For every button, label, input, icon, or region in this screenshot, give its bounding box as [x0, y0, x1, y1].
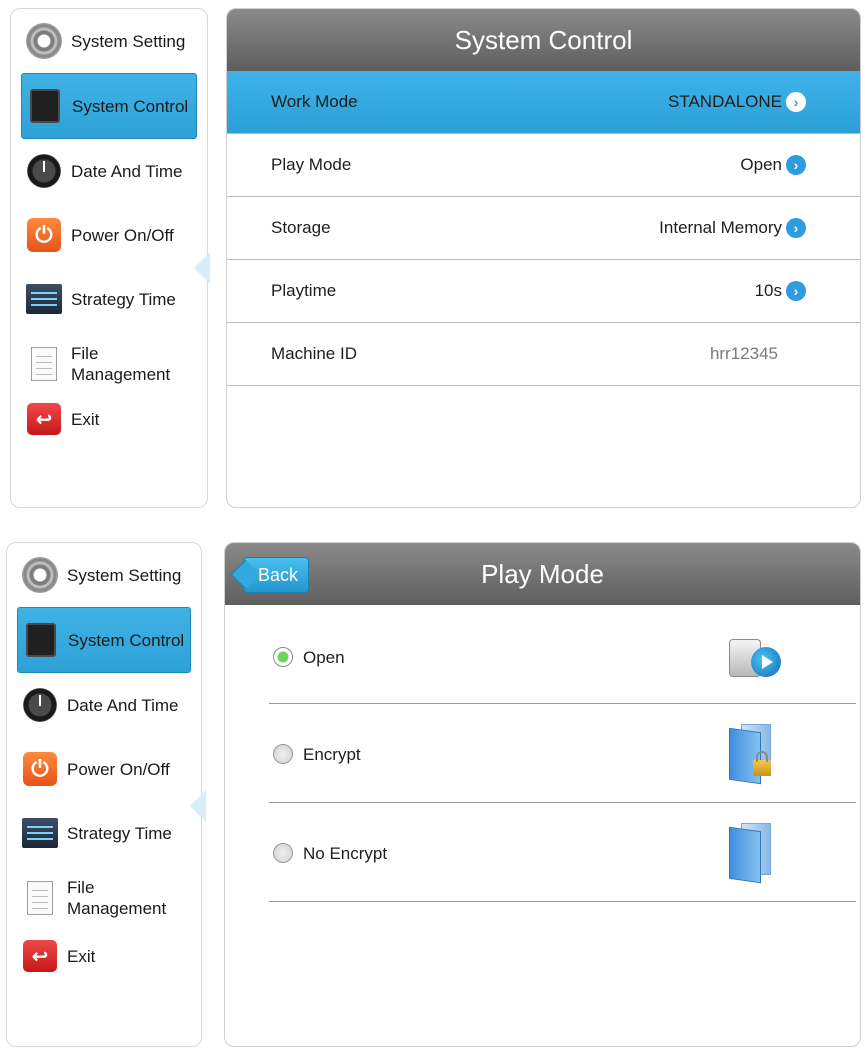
setting-label: Playtime — [271, 281, 337, 300]
main-panel: System Control Work Mode STANDALONE › Pl… — [226, 8, 861, 508]
exit-icon: ↩ — [25, 400, 63, 438]
sidebar-item-date-and-time[interactable]: Date And Time — [11, 139, 207, 203]
setting-value: 10s — [754, 281, 782, 300]
selection-pointer — [194, 252, 210, 284]
file-icon — [25, 345, 63, 383]
sidebar-item-system-control[interactable]: System Control — [17, 607, 191, 673]
sliders-icon — [25, 280, 63, 318]
clock-icon — [25, 152, 63, 190]
selection-pointer — [190, 790, 206, 822]
locked-folder-icon — [729, 724, 771, 785]
chevron-right-icon: › — [786, 155, 806, 175]
clock-icon — [21, 686, 59, 724]
panel-header: Back Play Mode — [225, 543, 860, 605]
panel-header: System Control — [227, 9, 860, 71]
setting-value: Open — [740, 155, 782, 174]
sidebar-item-label: Strategy Time — [67, 823, 172, 843]
tablet-icon — [22, 621, 60, 659]
system-control-screen: System Setting System Control Date And T… — [0, 0, 865, 512]
page-title: System Control — [454, 24, 633, 55]
sidebar: System Setting System Control Date And T… — [6, 542, 202, 1047]
setting-row-machine-id: Machine ID hrr12345 — [227, 323, 860, 386]
option-label: Encrypt — [303, 745, 361, 764]
sidebar-item-file-management[interactable]: File Management — [11, 331, 207, 397]
setting-value: STANDALONE — [668, 92, 782, 111]
sidebar-item-system-setting[interactable]: System Setting — [11, 9, 207, 73]
option-label: No Encrypt — [303, 844, 388, 863]
sidebar-item-label: System Control — [68, 630, 185, 650]
play-mode-option-encrypt[interactable]: Encrypt — [269, 704, 856, 803]
radio-button[interactable] — [273, 843, 293, 863]
radio-button[interactable] — [273, 744, 293, 764]
sidebar-item-exit[interactable]: ↩ Exit — [7, 931, 201, 981]
setting-value: Internal Memory — [659, 218, 782, 237]
back-button[interactable]: Back — [243, 557, 310, 593]
setting-row-play-mode[interactable]: Play Mode Open › — [227, 134, 860, 197]
gear-icon — [21, 556, 59, 594]
usb-play-icon — [729, 635, 783, 683]
chevron-right-icon: › — [786, 92, 806, 112]
exit-icon: ↩ — [21, 937, 59, 975]
sidebar-item-label: Power On/Off — [71, 225, 174, 245]
sidebar-item-label: Date And Time — [71, 161, 183, 181]
sidebar-item-system-setting[interactable]: System Setting — [7, 543, 201, 607]
setting-value: hrr12345 — [709, 344, 778, 363]
sidebar-item-label: Exit — [67, 946, 96, 966]
sidebar-item-power-on-off[interactable]: ⏻ Power On/Off — [11, 203, 207, 267]
play-mode-option-no-encrypt[interactable]: No Encrypt — [269, 803, 856, 902]
sliders-icon — [21, 814, 59, 852]
back-button-label: Back — [258, 564, 299, 585]
folder-icon — [729, 823, 771, 884]
play-mode-screen: System Setting System Control Date And T… — [0, 540, 865, 1051]
sidebar-item-label: Date And Time — [67, 695, 179, 715]
sidebar: System Setting System Control Date And T… — [10, 8, 208, 508]
file-icon — [21, 879, 59, 917]
setting-label: Play Mode — [271, 155, 352, 174]
sidebar-item-label: File Management — [71, 344, 171, 384]
sidebar-item-label: System Setting — [67, 565, 182, 585]
sidebar-item-date-and-time[interactable]: Date And Time — [7, 673, 201, 737]
sidebar-item-power-on-off[interactable]: ⏻ Power On/Off — [7, 737, 201, 801]
tablet-icon — [26, 87, 64, 125]
radio-button[interactable] — [273, 647, 293, 667]
gear-icon — [25, 22, 63, 60]
setting-label: Work Mode — [271, 92, 358, 111]
sidebar-item-label: Strategy Time — [71, 289, 176, 309]
chevron-right-icon: › — [786, 218, 806, 238]
sidebar-item-file-management[interactable]: File Management — [7, 865, 201, 931]
setting-row-work-mode[interactable]: Work Mode STANDALONE › — [227, 71, 860, 134]
option-label: Open — [303, 648, 345, 667]
sidebar-item-strategy-time[interactable]: Strategy Time — [11, 267, 207, 331]
chevron-right-icon: › — [786, 281, 806, 301]
sidebar-item-system-control[interactable]: System Control — [21, 73, 197, 139]
sidebar-item-exit[interactable]: ↩ Exit — [11, 397, 207, 441]
power-icon: ⏻ — [21, 750, 59, 788]
setting-row-playtime[interactable]: Playtime 10s › — [227, 260, 860, 323]
sidebar-item-label: System Control — [72, 96, 189, 116]
power-icon: ⏻ — [25, 216, 63, 254]
sidebar-item-label: Exit — [71, 409, 100, 429]
sidebar-item-label: Power On/Off — [67, 759, 170, 779]
sidebar-item-label: System Setting — [71, 31, 186, 51]
sidebar-item-label: File Management — [67, 878, 167, 918]
sidebar-menu: System Setting System Control Date And T… — [11, 9, 207, 441]
sidebar-item-strategy-time[interactable]: Strategy Time — [7, 801, 201, 865]
setting-label: Storage — [271, 218, 331, 237]
main-panel: Back Play Mode Open Encrypt No Encrypt — [224, 542, 861, 1047]
page-title: Play Mode — [481, 558, 604, 589]
play-mode-option-open[interactable]: Open — [269, 605, 856, 704]
sidebar-menu: System Setting System Control Date And T… — [7, 543, 201, 981]
setting-label: Machine ID — [271, 344, 357, 363]
setting-row-storage[interactable]: Storage Internal Memory › — [227, 197, 860, 260]
